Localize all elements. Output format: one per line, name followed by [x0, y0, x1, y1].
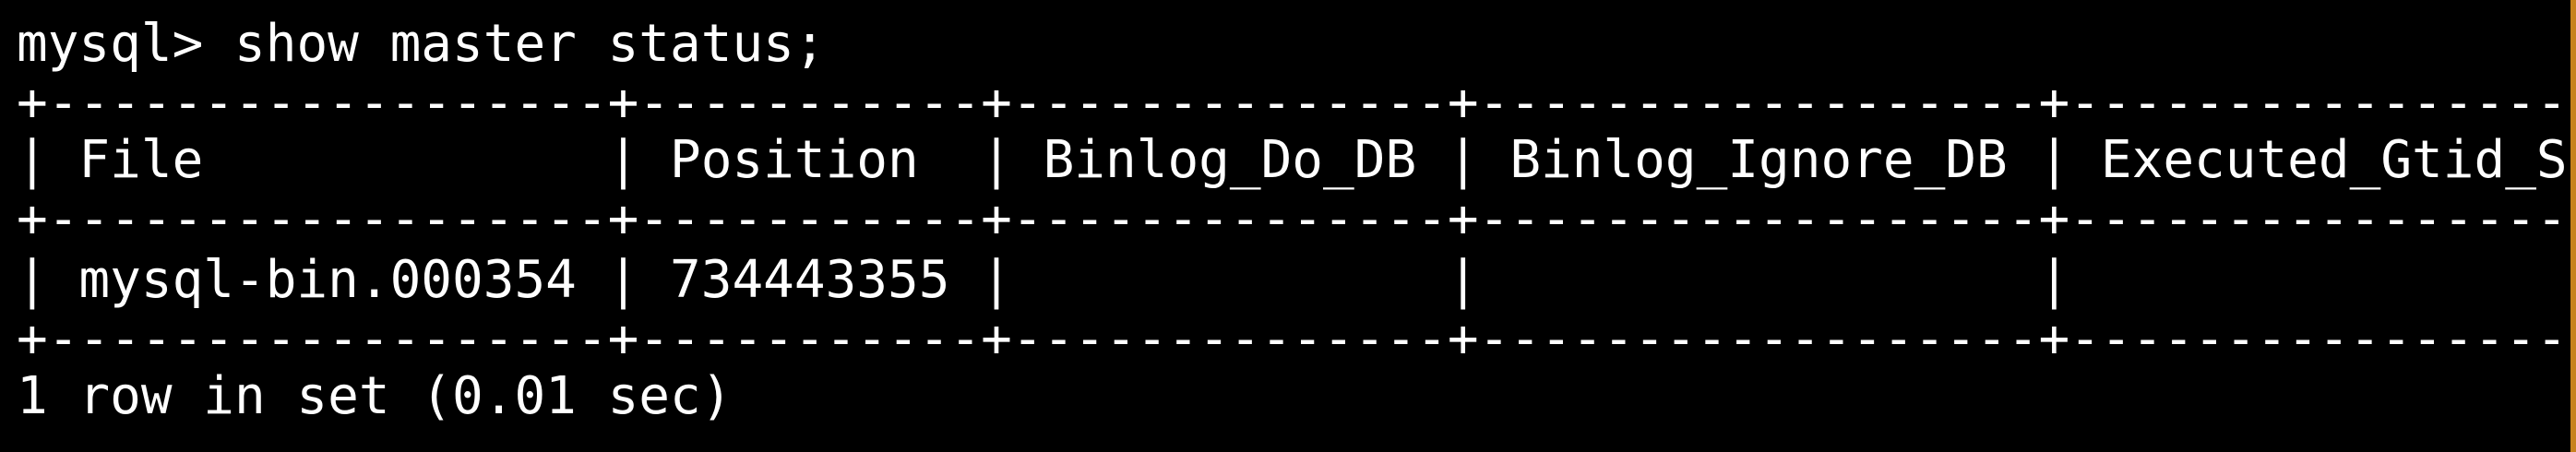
table-header-row: | File | Position | Binlog_Do_DB | Binlo…	[17, 130, 2576, 190]
command-line: mysql> show master status;	[17, 15, 826, 74]
table-top-border: +------------------+-----------+--------…	[17, 73, 2576, 133]
table-bottom-border: +------------------+-----------+--------…	[17, 309, 2576, 369]
terminal-window[interactable]: mysql> show master status; +------------…	[0, 0, 2576, 452]
table-header-separator: +------------------+-----------+--------…	[17, 189, 2576, 249]
command-text: show master status;	[234, 14, 826, 74]
table-row: | mysql-bin.000354 | 734443355 | | | |	[17, 250, 2576, 310]
result-summary: 1 row in set (0.01 sec)	[17, 366, 733, 426]
window-border-edge	[2570, 0, 2576, 452]
mysql-prompt: mysql>	[17, 14, 204, 74]
